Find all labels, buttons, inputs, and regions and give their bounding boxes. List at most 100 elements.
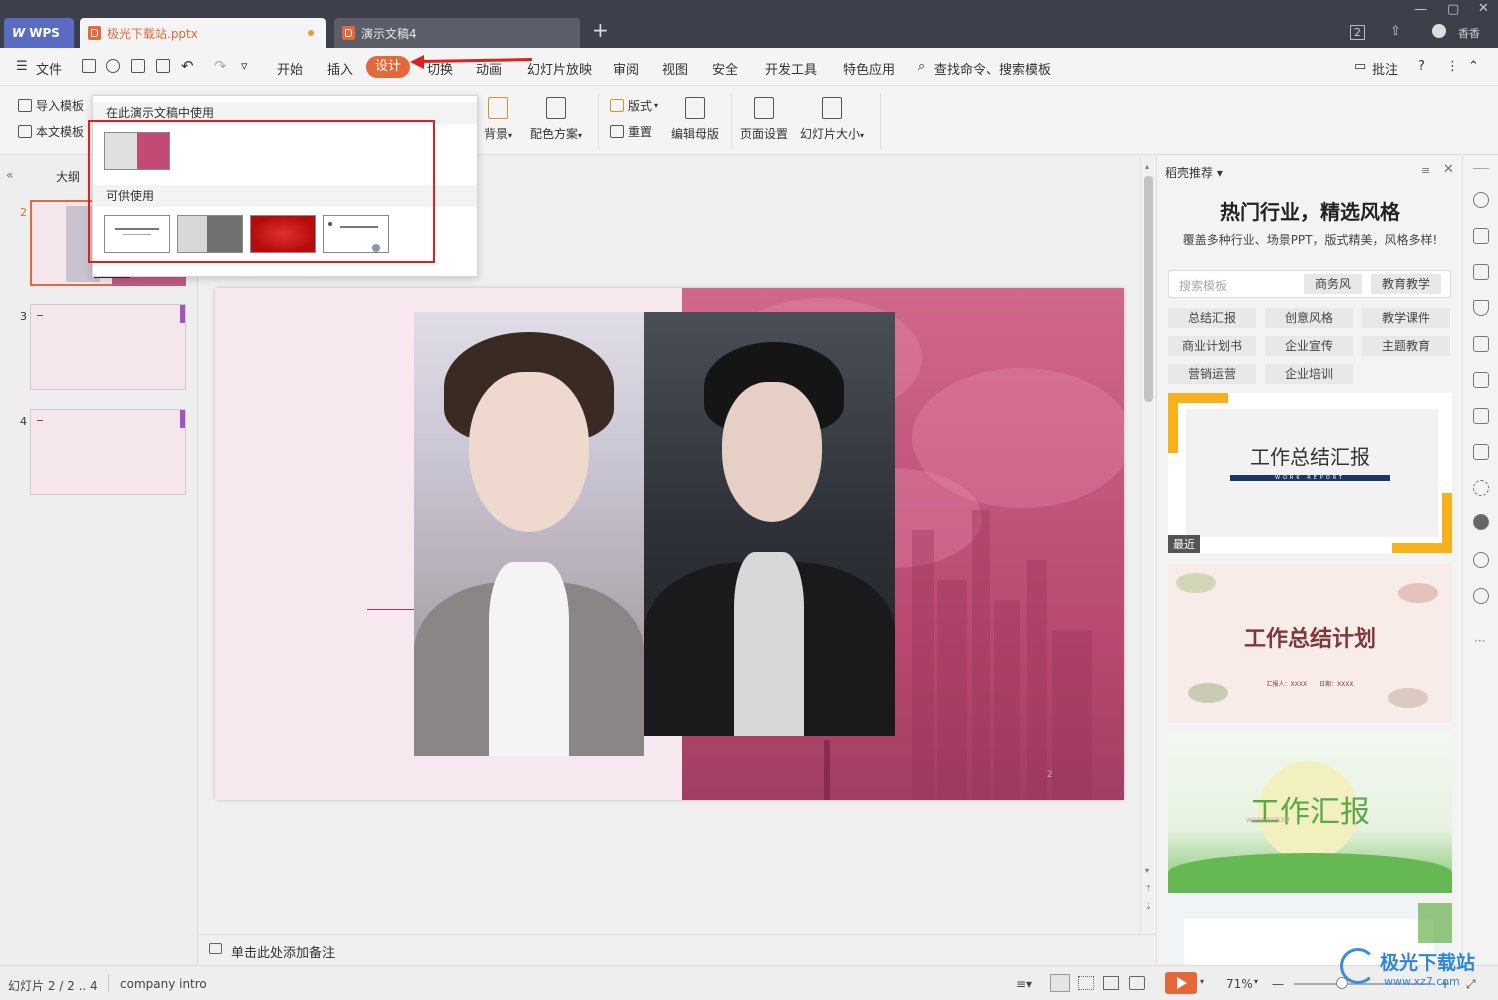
chip-education[interactable]: 教育教学 <box>1371 274 1441 294</box>
chip-theme-edu[interactable]: 主题教育 <box>1362 336 1450 356</box>
history-icon[interactable] <box>1473 552 1489 568</box>
chip-business[interactable]: 商务风 <box>1304 274 1362 294</box>
box-icon[interactable] <box>1473 408 1489 424</box>
star-icon[interactable] <box>1473 192 1489 208</box>
normal-view-icon[interactable] <box>1050 974 1070 992</box>
menu-slideshow[interactable]: 幻灯片放映 <box>527 59 592 78</box>
chip-marketing[interactable]: 营销运营 <box>1168 364 1256 384</box>
more-horizontal-icon[interactable]: ··· <box>1474 634 1485 648</box>
canvas-scrollbar[interactable]: ▴ ▾ ⇡ ⇣ <box>1140 156 1155 934</box>
template-card-work-report-spring[interactable]: 工作汇报 WORK REPORT <box>1168 733 1452 893</box>
help-icon[interactable]: ? <box>1418 59 1425 74</box>
slide-thumbnail-4[interactable] <box>30 409 186 495</box>
wps-home-tab[interactable]: W WPS <box>4 18 74 48</box>
panel-header[interactable]: 稻壳推荐 ▾ <box>1165 164 1223 181</box>
avatar[interactable] <box>1432 24 1446 38</box>
template-card-work-report[interactable]: 工作总结汇报 WORK REPORT 最近 <box>1168 393 1452 553</box>
scrollbar-thumb[interactable] <box>1144 176 1153 402</box>
menu-special[interactable]: 特色应用 <box>843 59 895 78</box>
command-search[interactable]: 查找命令、搜索模板 <box>934 59 1051 78</box>
user-name[interactable]: 香香 <box>1458 25 1480 41</box>
menu-insert[interactable]: 插入 <box>327 59 353 78</box>
help-circle-icon[interactable] <box>1473 588 1489 604</box>
print-icon[interactable] <box>131 59 145 73</box>
scroll-up-icon[interactable]: ▴ <box>1145 162 1149 171</box>
zoom-level[interactable]: 71% <box>1226 977 1253 991</box>
scroll-down-icon[interactable]: ▾ <box>1145 866 1149 875</box>
slide-2[interactable]: 2 <box>215 288 1124 800</box>
export-icon[interactable] <box>106 59 120 73</box>
slide-thumbnail-3[interactable] <box>30 304 186 390</box>
skin-icon[interactable]: ⇧ <box>1390 24 1401 39</box>
hamburger-icon[interactable]: ☰ <box>16 59 28 74</box>
zoom-dropdown-icon[interactable]: ▾ <box>1254 977 1258 986</box>
comment-button[interactable]: 批注 <box>1372 59 1398 78</box>
docer-icon[interactable] <box>1473 514 1489 530</box>
sound-icon[interactable] <box>1473 480 1489 496</box>
tab-document-active[interactable]: 极光下载站.pptx <box>80 18 326 48</box>
tab-document-inactive[interactable]: 演示文稿4 <box>334 18 580 48</box>
slide-size-button[interactable]: 幻灯片大小▾ <box>800 97 864 142</box>
play-options-icon[interactable]: ▾ <box>1200 977 1204 986</box>
template-search[interactable]: 搜索模板 商务风 教育教学 <box>1168 270 1451 298</box>
layout-button[interactable]: 版式 ▾ <box>610 97 658 114</box>
copy-icon[interactable] <box>1473 228 1489 244</box>
prev-slide-icon[interactable]: ⇡ <box>1145 884 1152 893</box>
notes-bar[interactable]: 单击此处添加备注 <box>199 934 1156 965</box>
settings-sliders-icon[interactable] <box>1473 336 1489 352</box>
undo-icon[interactable]: ↶ <box>181 57 194 75</box>
chip-summary[interactable]: 总结汇报 <box>1168 308 1256 328</box>
presenter-view-icon[interactable] <box>1129 976 1145 990</box>
close-icon[interactable]: ✕ <box>1478 1 1489 16</box>
import-template-button[interactable]: 导入模板 <box>18 97 84 114</box>
slide-sorter-icon[interactable] <box>1078 976 1094 990</box>
print-preview-icon[interactable] <box>156 59 170 73</box>
style-icon[interactable] <box>1473 300 1489 316</box>
menu-file[interactable]: 文件 <box>36 59 62 78</box>
chip-creative[interactable]: 创意风格 <box>1265 308 1353 328</box>
edit-master-button[interactable]: 编辑母版 <box>671 97 719 142</box>
minimize-icon[interactable]: — <box>1414 2 1427 17</box>
redo-icon[interactable]: ↷ <box>214 57 227 75</box>
collapse-panel-icon[interactable]: « <box>6 168 13 182</box>
play-slideshow-button[interactable] <box>1165 972 1197 994</box>
reading-view-icon[interactable] <box>1103 976 1119 990</box>
building-shape <box>1027 560 1047 800</box>
chip-training[interactable]: 企业培训 <box>1265 364 1353 384</box>
shapes-icon[interactable] <box>1473 264 1489 280</box>
image-icon[interactable] <box>1473 444 1489 460</box>
portrait-photo-right[interactable] <box>644 312 895 736</box>
template-search-input[interactable]: 搜索模板 <box>1179 277 1227 294</box>
notes-placeholder[interactable]: 单击此处添加备注 <box>231 942 335 961</box>
outline-tab[interactable]: 大纲 <box>56 168 80 185</box>
chip-promotion[interactable]: 企业宣传 <box>1265 336 1353 356</box>
portrait-photo-left[interactable] <box>414 312 644 756</box>
notes-toggle-icon[interactable]: ≡▾ <box>1016 977 1032 991</box>
menu-home[interactable]: 开始 <box>277 59 303 78</box>
maximize-icon[interactable]: ▢ <box>1447 2 1459 17</box>
quick-access-more-icon[interactable]: ▿ <box>241 59 248 74</box>
chip-courseware[interactable]: 教学课件 <box>1362 308 1450 328</box>
collapse-ribbon-icon[interactable]: ⌃ <box>1468 59 1479 74</box>
chip-business-plan[interactable]: 商业计划书 <box>1168 336 1256 356</box>
background-button[interactable]: 背景▾ <box>484 97 512 142</box>
panel-menu-icon[interactable]: ≡ <box>1421 164 1430 177</box>
template-card-work-plan[interactable]: 工作总结计划 汇报人：XXXX 日期：XXXX <box>1168 563 1452 723</box>
panel-close-icon[interactable]: ✕ <box>1443 162 1454 177</box>
window-count-badge[interactable]: 2 <box>1350 25 1365 40</box>
menu-developer[interactable]: 开发工具 <box>765 59 817 78</box>
menu-design[interactable]: 设计 <box>366 56 410 78</box>
menu-security[interactable]: 安全 <box>712 59 738 78</box>
find-icon[interactable] <box>1473 372 1489 388</box>
menu-view[interactable]: 视图 <box>662 59 688 78</box>
zoom-out-icon[interactable]: — <box>1272 977 1284 991</box>
page-setup-button[interactable]: 页面设置 <box>740 97 788 142</box>
new-tab-plus-icon[interactable]: + <box>592 18 609 42</box>
save-icon[interactable] <box>82 59 96 73</box>
next-slide-icon[interactable]: ⇣ <box>1145 902 1152 911</box>
this-template-button[interactable]: 本文模板 <box>18 123 84 140</box>
reset-button[interactable]: 重置 <box>610 123 652 140</box>
more-options-icon[interactable]: ⋮ <box>1446 59 1459 74</box>
menu-review[interactable]: 审阅 <box>613 59 639 78</box>
color-scheme-button[interactable]: 配色方案▾ <box>530 97 582 142</box>
